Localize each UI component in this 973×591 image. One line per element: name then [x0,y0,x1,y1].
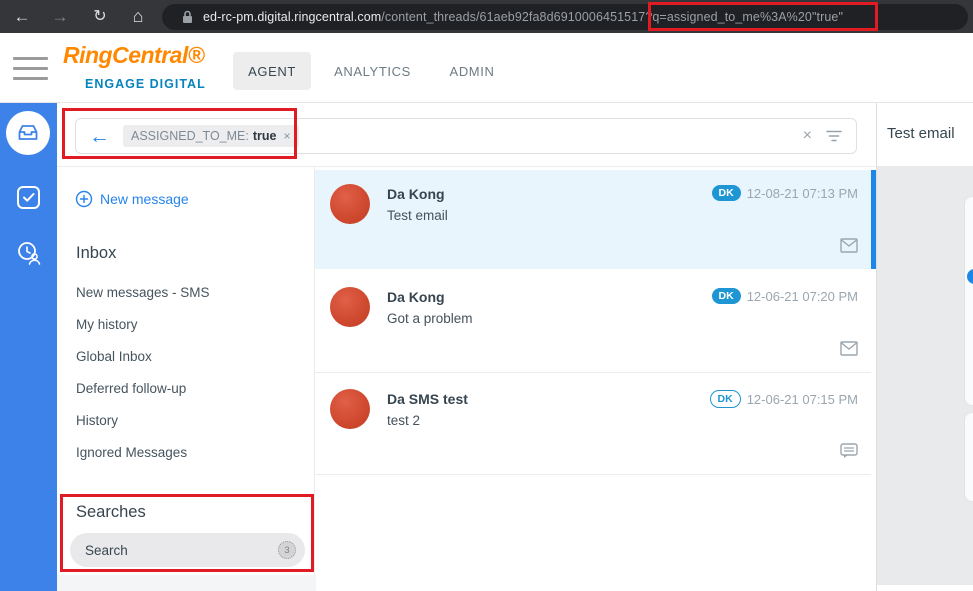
avatar [330,389,370,429]
thread-sender-name: Da Kong [387,289,445,305]
search-input[interactable]: ← ASSIGNED_TO_ME: true × × [75,118,857,154]
home-icon[interactable]: ⌂ [126,0,150,33]
thread-sender-name: Da Kong [387,186,445,202]
sidebar-item-search[interactable]: Search 3 [70,533,305,567]
conversation-title: Test email [887,125,955,142]
plus-circle-icon [75,190,93,208]
task-check-icon [17,186,40,209]
thread-preview: Got a problem [387,311,473,326]
message-card [964,412,973,502]
agent-initials-badge: DK [711,288,741,304]
history-rail-button[interactable] [16,240,43,272]
sidebar-item-ignored-messages[interactable]: Ignored Messages [76,445,187,460]
inbox-rail-button[interactable] [6,111,50,155]
app-window: ← → ↻ ⌂ ed-rc-pm.digital.ringcentral.com… [0,0,973,591]
search-count-badge: 3 [278,541,296,559]
avatar [330,184,370,224]
address-bar[interactable]: ed-rc-pm.digital.ringcentral.com/content… [162,4,968,30]
url-query: ?q=assigned_to_me%3A%20"true" [645,10,843,24]
thread-row-test-email[interactable]: Da Kong Test email DK 12-08-21 07:13 PM [315,170,871,269]
sidebar-item-history[interactable]: History [76,413,118,428]
agent-initials-badge: DK [711,185,741,201]
tasks-rail-button[interactable] [16,185,41,215]
email-channel-icon [840,341,858,356]
clear-search-icon[interactable]: × [803,127,812,145]
filter-icon[interactable] [826,130,842,142]
thread-sender-name: Da SMS test [387,391,468,407]
hamburger-menu-icon[interactable] [13,57,48,81]
thread-preview: Test email [387,208,448,223]
inbox-heading: Inbox [76,244,117,262]
filter-chip-remove-icon[interactable]: × [283,129,290,143]
url-host: ed-rc-pm.digital.ringcentral.com [203,10,382,24]
sidebar-item-my-history[interactable]: My history [76,317,138,332]
sidebar-item-global-inbox[interactable]: Global Inbox [76,349,152,364]
engage-digital-logo-subtitle: ENGAGE DIGITAL [85,77,206,91]
conversation-body-area [877,166,973,585]
thread-timestamp: 12-06-21 07:20 PM [746,288,858,304]
sms-channel-icon [840,443,858,458]
back-icon[interactable]: ← [10,0,34,33]
filter-chip-assigned-to-me[interactable]: ASSIGNED_TO_ME: true × [123,125,299,147]
sidebar-item-deferred-follow-up[interactable]: Deferred follow-up [76,381,186,396]
filter-chip-value: true [252,129,277,143]
thread-preview: test 2 [387,413,421,428]
browser-toolbar: ← → ↻ ⌂ ed-rc-pm.digital.ringcentral.com… [0,0,973,33]
new-message-label: New message [100,191,189,207]
avatar [330,287,370,327]
forward-icon[interactable]: → [48,0,72,33]
new-message-button[interactable]: New message [75,190,189,208]
thread-row-got-a-problem[interactable]: Da Kong Got a problem DK 12-06-21 07:20 … [315,273,871,373]
thread-row-sms-test[interactable]: Da SMS test test 2 DK 12-06-21 07:15 PM [315,375,871,475]
thread-timestamp: 12-06-21 07:15 PM [746,391,858,407]
inbox-tray-icon [18,125,38,140]
email-channel-icon [840,238,858,253]
lock-icon [183,10,192,23]
user-history-icon [18,242,41,265]
sidebar-item-new-messages-sms[interactable]: New messages - SMS [76,285,210,300]
search-item-label: Search [85,542,128,558]
agent-initials-badge: DK [709,390,741,408]
url-path: /content_threads/61aeb92fa8d691000645151… [381,10,646,24]
tab-admin[interactable]: ADMIN [437,52,507,90]
channel-rail [0,103,57,591]
sidebar-footer [57,575,316,591]
thread-timestamp: 12-08-21 07:13 PM [746,185,858,201]
tab-analytics[interactable]: ANALYTICS [325,52,420,90]
app-header: RingCentral® ENGAGE DIGITAL AGENT ANALYT… [0,33,973,103]
reload-icon[interactable]: ↻ [88,0,112,33]
back-arrow-icon[interactable]: ← [89,126,110,147]
filter-chip-key: ASSIGNED_TO_ME: [131,129,249,143]
url-text: ed-rc-pm.digital.ringcentral.com/content… [203,10,843,24]
tab-agent[interactable]: AGENT [233,52,311,90]
conversation-detail-panel: Test email [876,103,973,591]
ringcentral-logo: RingCentral® [63,42,205,68]
message-card [964,196,973,406]
searches-heading: Searches [76,503,146,521]
